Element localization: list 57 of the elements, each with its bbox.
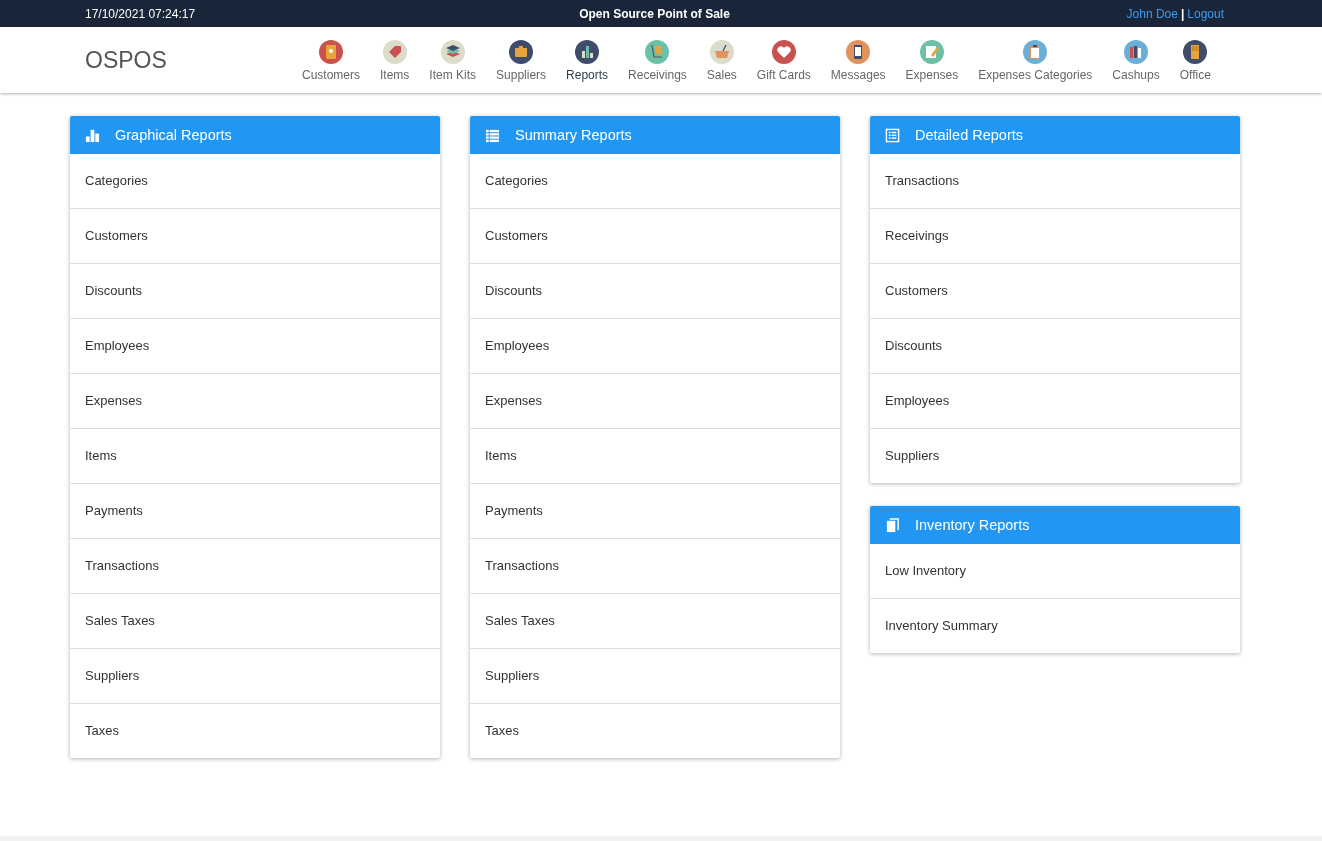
- panel-title: Detailed Reports: [915, 127, 1023, 143]
- report-link[interactable]: Inventory Summary: [870, 598, 1240, 653]
- report-link[interactable]: Transactions: [870, 154, 1240, 208]
- report-link[interactable]: Discounts: [70, 263, 440, 318]
- report-link[interactable]: Employees: [70, 318, 440, 373]
- report-link[interactable]: Expenses: [470, 373, 840, 428]
- report-link[interactable]: Transactions: [470, 538, 840, 593]
- app-title: Open Source Point of Sale: [578, 6, 731, 21]
- report-link[interactable]: Employees: [470, 318, 840, 373]
- report-link[interactable]: Items: [470, 428, 840, 483]
- nav-item[interactable]: Reports: [556, 40, 619, 82]
- nav-item[interactable]: Expenses: [895, 40, 969, 82]
- report-link[interactable]: Taxes: [70, 703, 440, 758]
- panel-title: Graphical Reports: [115, 127, 232, 143]
- brand-logo: OSPOS: [85, 46, 168, 74]
- nav-item[interactable]: Messages: [820, 40, 896, 82]
- document-list-icon: [885, 127, 900, 143]
- report-link[interactable]: Discounts: [870, 318, 1240, 373]
- report-link[interactable]: Payments: [70, 483, 440, 538]
- report-link[interactable]: Discounts: [470, 263, 840, 318]
- report-link[interactable]: Transactions: [70, 538, 440, 593]
- nav-item[interactable]: Office: [1169, 40, 1221, 82]
- report-link[interactable]: Suppliers: [470, 648, 840, 703]
- logout-link[interactable]: Logout: [1187, 6, 1224, 21]
- report-link[interactable]: Payments: [470, 483, 840, 538]
- panel-title: Inventory Reports: [915, 517, 1030, 533]
- user-link[interactable]: John Doe: [1126, 6, 1178, 21]
- report-link[interactable]: Low Inventory: [870, 544, 1240, 598]
- panel-title: Summary Reports: [515, 127, 632, 143]
- nav-item[interactable]: Item Kits: [419, 40, 487, 82]
- report-link[interactable]: Employees: [870, 373, 1240, 428]
- nav-item[interactable]: Items: [370, 40, 420, 82]
- report-link[interactable]: Taxes: [470, 703, 840, 758]
- bar-chart-icon: [85, 127, 100, 143]
- report-link[interactable]: Categories: [470, 154, 840, 208]
- report-link[interactable]: Customers: [70, 208, 440, 263]
- report-link[interactable]: Categories: [70, 154, 440, 208]
- report-link[interactable]: Sales Taxes: [470, 593, 840, 648]
- datetime-text: 17/10/2021 07:24:17: [85, 6, 197, 21]
- report-link[interactable]: Receivings: [870, 208, 1240, 263]
- nav-item[interactable]: Customers: [292, 40, 370, 82]
- nav-item[interactable]: Cashups: [1102, 40, 1170, 82]
- report-link[interactable]: Customers: [470, 208, 840, 263]
- nav-item[interactable]: Expenses Categories: [968, 40, 1103, 82]
- list-icon: [485, 127, 500, 143]
- report-link[interactable]: Customers: [870, 263, 1240, 318]
- book-icon: [885, 517, 900, 533]
- report-link[interactable]: Items: [70, 428, 440, 483]
- report-link[interactable]: Suppliers: [870, 428, 1240, 483]
- report-link[interactable]: Sales Taxes: [70, 593, 440, 648]
- report-link[interactable]: Expenses: [70, 373, 440, 428]
- nav-item[interactable]: Sales: [696, 40, 747, 82]
- nav-item[interactable]: Suppliers: [486, 40, 557, 82]
- report-link[interactable]: Suppliers: [70, 648, 440, 703]
- nav-item[interactable]: Gift Cards: [746, 40, 821, 82]
- nav-item[interactable]: Receivings: [618, 40, 697, 82]
- separator-text: |: [1180, 6, 1185, 21]
